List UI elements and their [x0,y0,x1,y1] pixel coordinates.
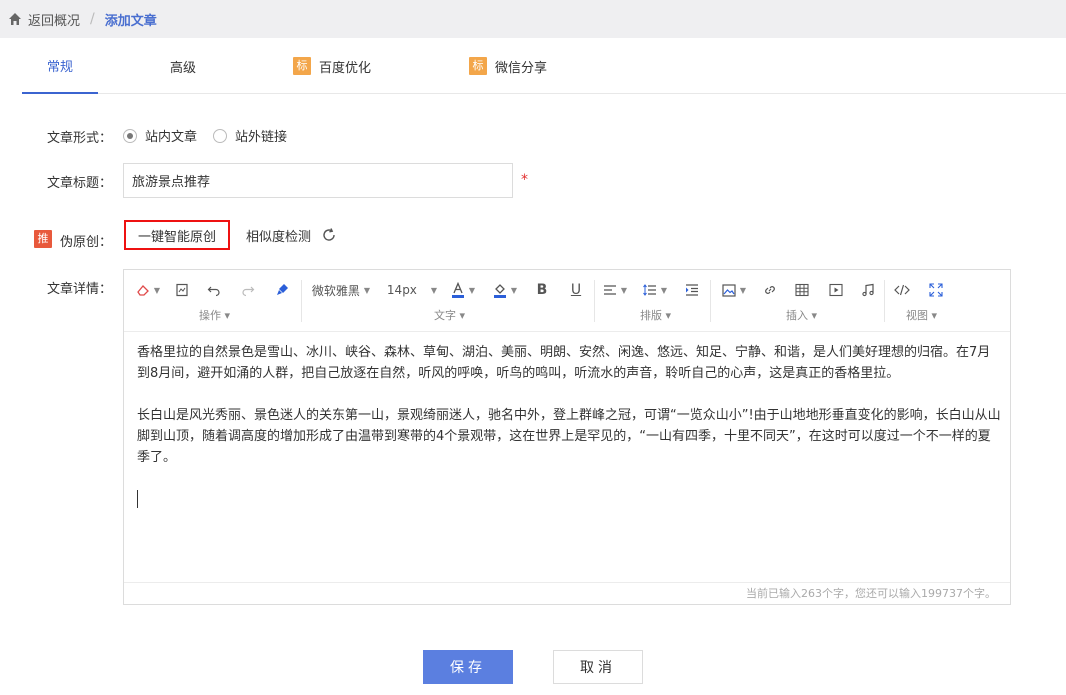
breadcrumb-separator: / [90,11,95,27]
line-height-icon [643,284,656,296]
recommend-badge: 推 [34,230,52,248]
tab-bar: 常规 高级 标 百度优化 标 微信分享 [22,38,1066,94]
format-painter-button[interactable] [172,280,192,300]
toolbar-divider [884,280,885,322]
title-input[interactable] [123,163,513,198]
group-label-view: 视图 ▾ [906,309,938,322]
bold-button[interactable]: B [532,280,552,300]
font-family-select[interactable]: 微软雅黑 ▼ [308,280,374,300]
align-button[interactable]: ▼ [600,280,630,300]
tab-wechat-share[interactable]: 标 微信分享 [469,38,547,94]
radio-internal[interactable] [123,128,137,143]
radio-external[interactable] [213,128,228,143]
insert-link-button[interactable] [760,280,780,300]
underline-icon: U [570,282,582,298]
undo-button[interactable] [204,280,224,300]
source-code-button[interactable] [892,280,912,300]
align-left-icon [603,285,616,295]
underline-button[interactable]: U [566,280,586,300]
tag-badge: 标 [293,57,311,75]
clear-format-button[interactable] [272,280,292,300]
paragraph: 香格里拉的自然景色是雪山、冰川、峡谷、森林、草甸、湖泊、美丽、明朗、安然、闲逸、… [137,345,991,381]
bold-icon: B [536,282,548,298]
required-mark: * [521,172,528,188]
redo-icon [242,286,255,297]
pseudo-original-label: 伪原创： [60,235,113,250]
title-label: 文章标题： [47,176,113,191]
redo-button[interactable] [238,280,258,300]
tab-advanced[interactable]: 高级 [170,38,196,94]
video-icon [829,283,843,297]
font-family-value: 微软雅黑 [311,283,360,298]
character-counter: 当前已输入263个字，您还可以输入199737个字。 [124,582,1010,604]
insert-music-button[interactable] [858,280,878,300]
image-icon [722,283,736,297]
indent-button[interactable] [682,280,702,300]
group-label-insert: 插入 ▾ [786,309,818,322]
tab-label: 百度优化 [319,60,372,76]
undo-icon [207,286,220,297]
tab-baidu-seo[interactable]: 标 百度优化 [293,38,371,94]
ai-rewrite-button[interactable]: 一键智能原创 [124,220,230,250]
group-label-layout: 排版 ▾ [640,309,672,322]
music-icon [862,283,874,297]
save-button[interactable]: 保存 [423,650,513,684]
text-cursor [137,490,138,508]
insert-table-button[interactable] [792,280,812,300]
group-label-operation: 操作 ▾ [199,309,231,322]
font-color-button[interactable]: ▼ [448,280,478,300]
similarity-check-label: 相似度检测 [246,229,312,245]
font-size-select[interactable]: 14px ▼ [386,280,438,300]
back-link[interactable]: 返回概况 [28,10,80,29]
article-type-label: 文章形式： [47,131,113,146]
radio-internal-label[interactable]: 站内文章 [145,126,197,145]
paragraph: 长白山是风光秀丽、景色迷人的关东第一山，景观绮丽迷人，驰名中外，登上群峰之冠，可… [137,408,1001,465]
table-icon [795,283,809,297]
group-label-text: 文字 ▾ [434,309,466,322]
eraser-icon [137,285,149,296]
fullscreen-button[interactable] [926,280,946,300]
detail-label: 文章详情： [47,282,113,297]
page-title: 添加文章 [104,13,157,29]
paint-bucket-icon [493,284,506,298]
tab-label: 微信分享 [495,60,548,76]
tab-label: 常规 [46,59,73,75]
font-color-icon [451,282,464,298]
insert-image-button[interactable]: ▼ [718,280,750,300]
line-height-button[interactable]: ▼ [640,280,670,300]
cancel-button[interactable]: 取消 [553,650,643,684]
brush-icon [277,284,288,295]
tag-badge: 标 [469,57,487,75]
insert-video-button[interactable] [826,280,846,300]
code-icon [894,284,910,296]
fullscreen-icon [929,283,943,297]
tab-label: 高级 [170,60,197,76]
radio-external-label[interactable]: 站外链接 [235,126,287,145]
font-size-value: 14px [386,283,417,297]
eraser-button[interactable]: ▼ [134,280,162,300]
indent-icon [686,284,698,296]
breadcrumb: 返回概况 / 添加文章 [0,0,1066,38]
editor-content[interactable]: 香格里拉的自然景色是雪山、冰川、峡谷、森林、草甸、湖泊、美丽、明朗、安然、闲逸、… [137,342,1003,489]
rich-text-editor: ▼ 操作 ▾ 微软雅黑 ▼ 14px ▼ ▼ ▼ B U 文字 ▾ ▼ ▼ 排版… [123,269,1011,605]
toolbar-divider [594,280,595,322]
tab-general[interactable]: 常规 [22,38,98,94]
link-icon [765,286,775,294]
toolbar-divider [301,280,302,322]
editor-toolbar: ▼ 操作 ▾ 微软雅黑 ▼ 14px ▼ ▼ ▼ B U 文字 ▾ ▼ ▼ 排版… [124,270,1010,332]
article-type-radios: 站内文章 站外链接 [123,126,303,145]
highlight-color-button[interactable]: ▼ [490,280,520,300]
document-icon [176,283,188,297]
home-icon[interactable] [8,12,22,26]
refresh-icon[interactable] [321,227,337,243]
toolbar-divider [710,280,711,322]
similarity-check-button[interactable]: 相似度检测 [246,224,337,246]
